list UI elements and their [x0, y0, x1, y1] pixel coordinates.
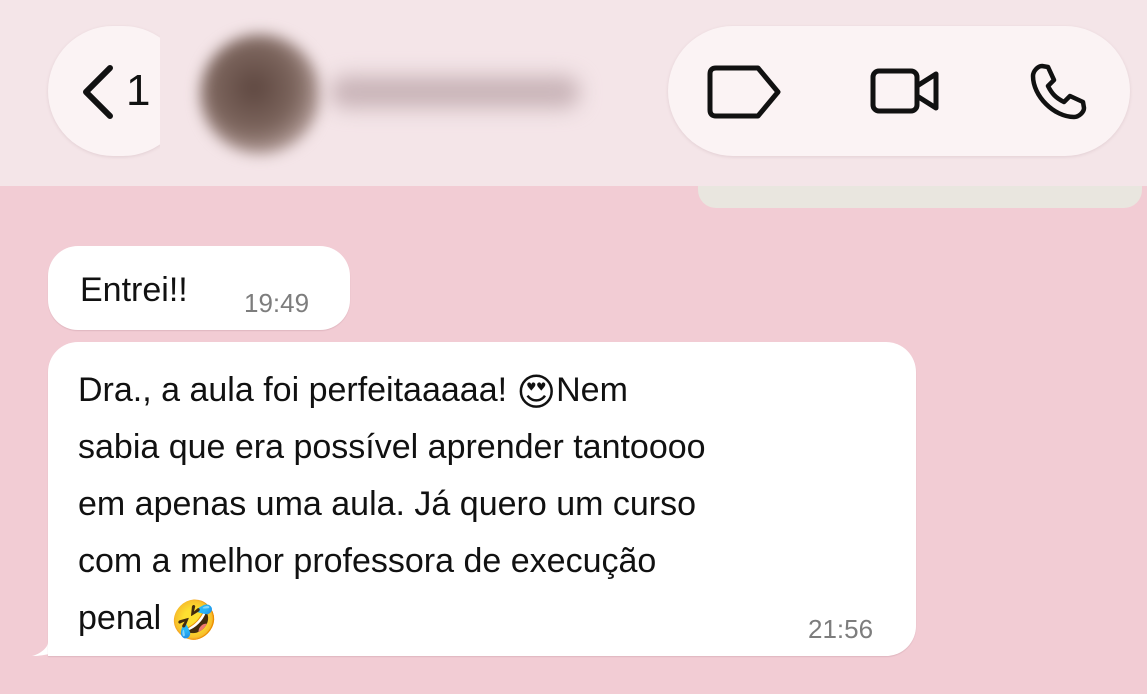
chevron-left-icon[interactable] [78, 62, 118, 122]
message-timestamp: 21:56 [808, 614, 874, 644]
phone-icon[interactable] [1028, 62, 1088, 122]
contact-name-blurred[interactable] [330, 76, 580, 108]
rolling-on-floor-laughing-emoji: 🤣 [170, 598, 218, 642]
message-text: Entrei!! [80, 271, 188, 309]
message-bubble[interactable]: Dra., a aula foi perfeitaaaaa! 😍Nem sabi… [48, 342, 916, 656]
chat-header: 1 [0, 0, 1147, 186]
message-text-part: Dra., a aula foi perfeitaaaaa! [78, 371, 517, 409]
unread-count[interactable]: 1 [126, 66, 150, 116]
message-text: Dra., a aula foi perfeitaaaaa! 😍Nem sabi… [78, 362, 898, 647]
smiling-face-heart-eyes-emoji: 😍 [516, 370, 557, 414]
message-timestamp: 19:49 [244, 288, 310, 318]
avatar[interactable] [200, 34, 320, 154]
video-camera-icon[interactable] [870, 66, 940, 116]
tag-icon[interactable] [706, 64, 784, 120]
